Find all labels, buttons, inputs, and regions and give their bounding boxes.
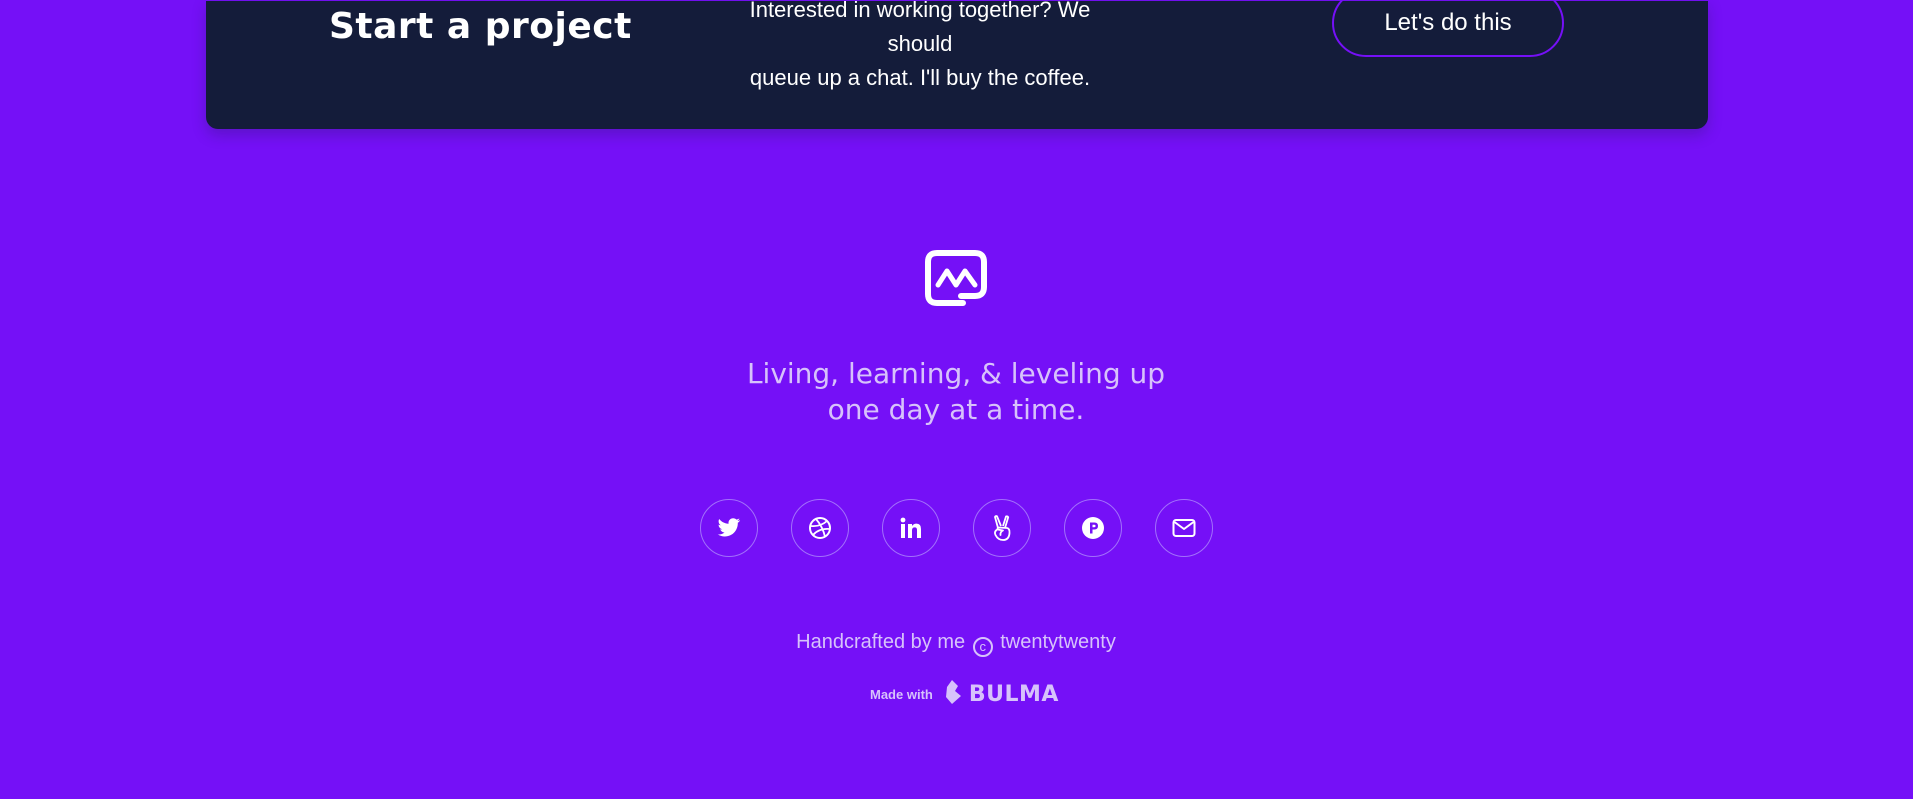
footer: Start a project Interested in working to… xyxy=(0,0,1913,799)
social-link-producthunt[interactable] xyxy=(1064,499,1122,557)
social-link-twitter[interactable] xyxy=(700,499,758,557)
made-with-label: Made with xyxy=(870,686,933,702)
lets-do-this-button[interactable]: Let's do this xyxy=(1332,0,1564,57)
cta-description-line1: Interested in working together? We shoul… xyxy=(749,0,1091,56)
dribbble-icon xyxy=(808,516,832,540)
social-link-linkedin[interactable] xyxy=(882,499,940,557)
copyright-icon: c xyxy=(972,637,993,657)
credit-suffix: twentytwenty xyxy=(1000,631,1116,653)
bulma-wordmark: BULMA xyxy=(968,681,1059,707)
envelope-icon xyxy=(1172,518,1196,538)
social-link-angellist[interactable] xyxy=(973,499,1031,557)
social-link-dribbble[interactable] xyxy=(791,499,849,557)
credit-prefix: Handcrafted by me xyxy=(796,631,966,653)
made-with-bulma[interactable]: Made with BULMA xyxy=(870,679,1059,709)
cta-title: Start a project xyxy=(329,6,632,47)
cta-description: Interested in working together? We shoul… xyxy=(720,0,1120,95)
angellist-icon xyxy=(992,515,1012,541)
bulma-logo-icon xyxy=(945,679,963,709)
logo-icon[interactable] xyxy=(923,247,989,309)
producthunt-icon xyxy=(1081,516,1105,540)
footer-credit: Handcrafted by me c twentytwenty xyxy=(656,628,1256,657)
footer-tagline: Living, learning, & leveling up one day … xyxy=(656,356,1256,428)
tagline-line2: one day at a time. xyxy=(827,393,1085,426)
cta-description-line2: queue up a chat. I'll buy the coffee. xyxy=(749,65,1091,90)
tagline-line1: Living, learning, & leveling up xyxy=(746,357,1166,390)
start-project-banner: Start a project Interested in working to… xyxy=(206,0,1708,129)
linkedin-icon xyxy=(900,517,922,539)
twitter-icon xyxy=(717,518,741,538)
social-link-email[interactable] xyxy=(1155,499,1213,557)
